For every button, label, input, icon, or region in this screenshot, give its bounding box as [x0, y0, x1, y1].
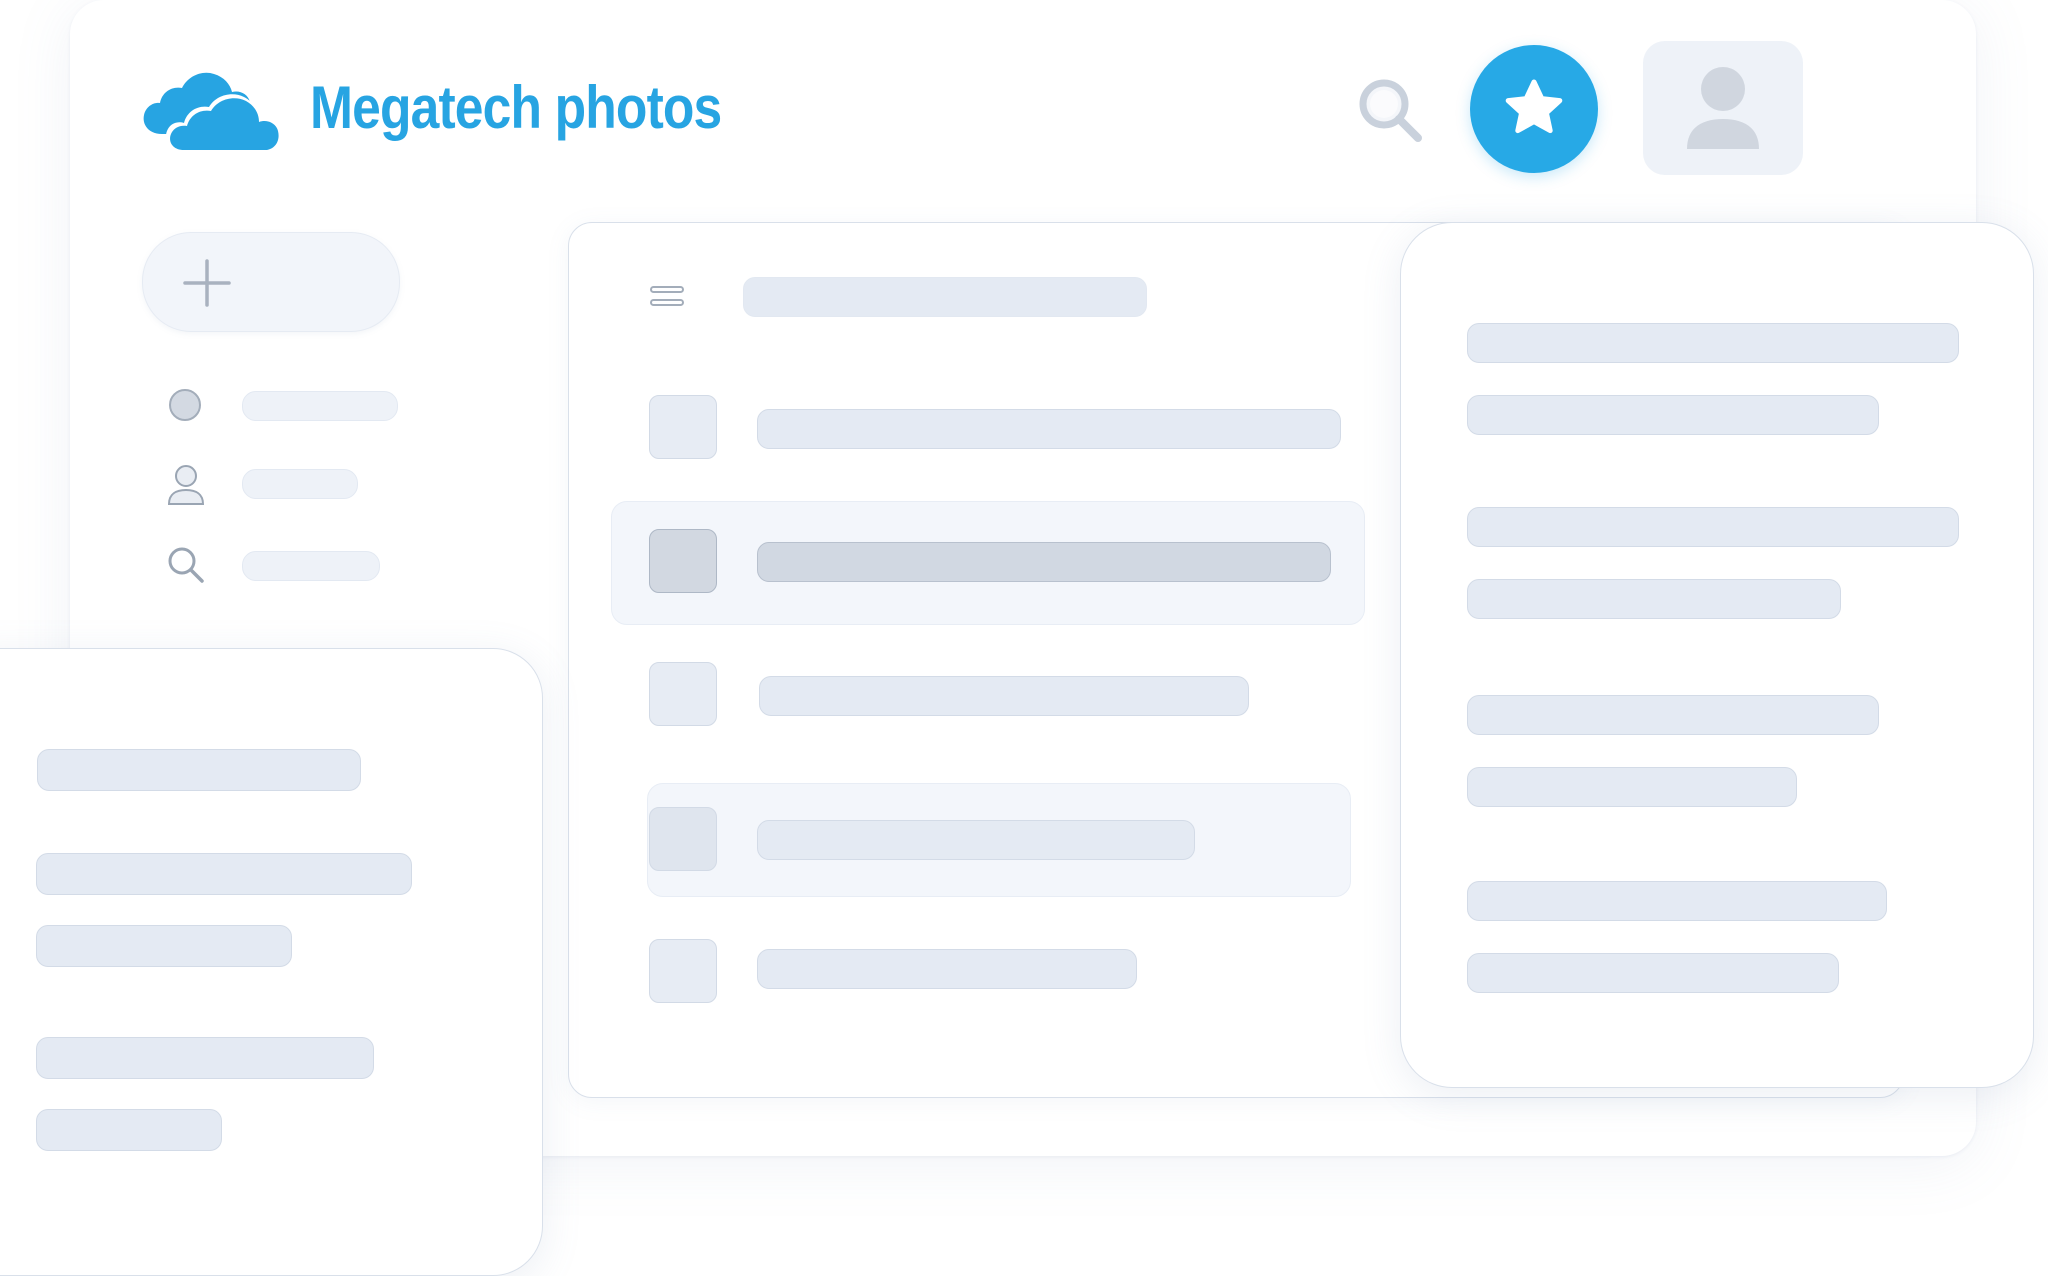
row-thumbnail — [649, 662, 717, 726]
detail-line-placeholder — [1467, 695, 1879, 735]
row-text-placeholder — [757, 542, 1331, 582]
circle-icon — [169, 389, 201, 421]
info-line-placeholder — [36, 1109, 222, 1151]
brand[interactable]: Megatech photos — [140, 62, 788, 152]
user-icon — [1687, 67, 1759, 149]
app-name: Megatech photos — [310, 73, 722, 141]
row-thumbnail — [649, 529, 717, 593]
favorites-button[interactable] — [1470, 45, 1598, 173]
detail-line-placeholder — [1467, 507, 1959, 547]
info-line-placeholder — [36, 925, 292, 967]
info-line-placeholder — [37, 749, 361, 791]
detail-line-placeholder — [1467, 323, 1959, 363]
new-button[interactable] — [142, 232, 400, 332]
cloud-icon — [143, 72, 280, 150]
row-thumbnail — [649, 807, 717, 871]
sidebar-item-label — [242, 391, 398, 421]
detail-line-placeholder — [1467, 953, 1839, 993]
search-icon — [1359, 79, 1422, 142]
detail-panel — [1400, 222, 2034, 1088]
header-search-button[interactable] — [1352, 72, 1432, 152]
info-panel — [0, 648, 543, 1276]
info-line-placeholder — [36, 853, 412, 895]
app-stage: Megatech photos — [0, 0, 2048, 1276]
row-thumbnail — [649, 395, 717, 459]
user-icon — [167, 465, 205, 505]
star-icon — [1505, 79, 1563, 134]
plus-icon — [183, 259, 231, 307]
row-text-placeholder — [757, 409, 1341, 449]
search-icon — [168, 547, 204, 583]
detail-line-placeholder — [1467, 767, 1797, 807]
info-line-placeholder — [36, 1037, 374, 1079]
row-text-placeholder — [757, 820, 1195, 860]
row-text-placeholder — [757, 949, 1137, 989]
sidebar-item-label — [242, 469, 358, 499]
menu-icon[interactable] — [649, 281, 685, 311]
detail-line-placeholder — [1467, 579, 1841, 619]
account-button[interactable] — [1643, 41, 1803, 175]
sidebar-item-label — [242, 551, 380, 581]
detail-line-placeholder — [1467, 395, 1879, 435]
row-thumbnail — [649, 939, 717, 1003]
row-text-placeholder — [759, 676, 1249, 716]
list-title-placeholder — [743, 277, 1147, 317]
detail-line-placeholder — [1467, 881, 1887, 921]
